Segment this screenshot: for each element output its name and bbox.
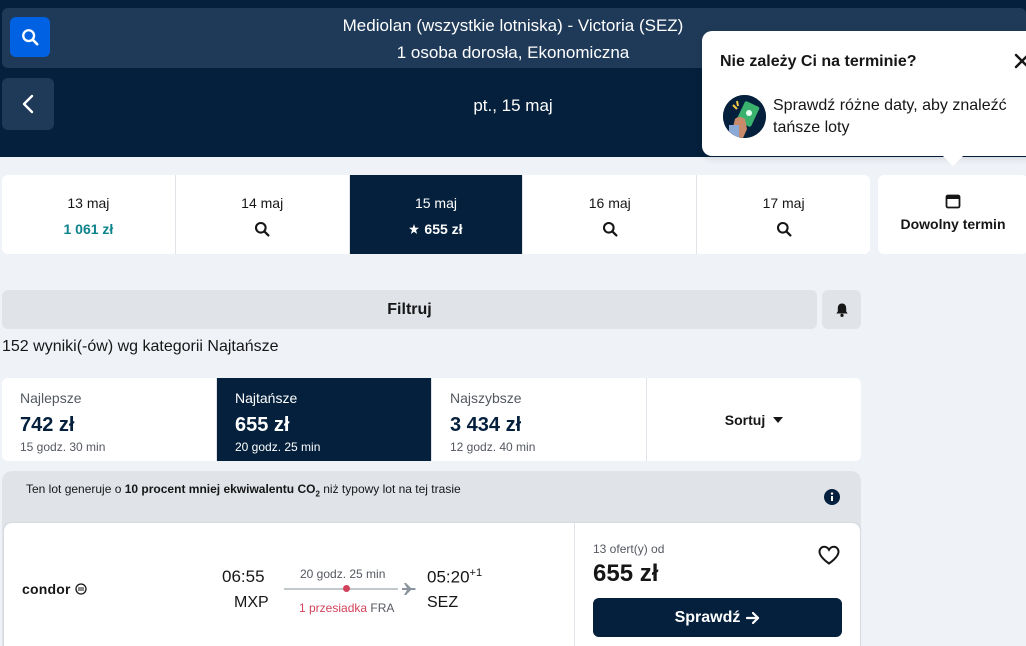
eco-text-prefix: Ten lot generuje o [26,482,125,496]
sort-tab-title: Najszybsze [450,390,522,406]
eco-text-suffix: niż typowy lot na tej trasie [319,482,461,496]
sort-tab-duration: 12 godz. 40 min [450,440,536,454]
bell-icon [835,303,848,317]
any-date-label: Dowolny termin [900,216,1006,232]
info-icon[interactable] [824,489,840,505]
tooltip-text: Sprawdź różne daty, aby znaleźć tańsze l… [773,97,1007,136]
money-hand-illustration-icon [723,95,766,138]
sort-tab-duration: 15 godz. 30 min [20,440,106,454]
sort-tab-fastest[interactable]: Najszybsze 3 434 zł 12 godz. 40 min [432,378,647,461]
sort-tab-cheapest[interactable]: Najtańsze 655 zł 20 godz. 25 min [217,378,432,461]
airline-logo: condor [22,581,87,597]
date-label: 17 maj [762,195,805,211]
date-option-15-selected[interactable]: 15 maj 655 zł [349,175,524,254]
departure-airport: MXP [234,594,269,611]
date-label: 13 maj [67,195,110,211]
results-count: 152 wyniki(-ów) wg kategorii Najtańsze [2,338,279,355]
date-label: 14 maj [241,195,284,211]
departure-time: 06:55 [222,567,265,586]
heart-icon[interactable] [817,543,841,567]
any-date-button[interactable]: Dowolny termin [878,175,1026,254]
search-icon [255,221,270,237]
plane-icon [402,583,416,595]
stops-count: 1 przesiadka [299,601,368,615]
date-strip: 13 maj 1 061 zł 14 maj 15 maj 655 zł 16 … [2,175,870,254]
filter-button[interactable]: Filtruj [2,290,817,329]
price-pane: 13 ofert(y) od 655 zł Sprawdź [574,523,860,646]
caret-down-icon [773,416,784,423]
search-icon [776,221,792,237]
arrival-time: 05:20+1 [427,567,482,588]
stop-dot [343,585,350,592]
arrival-time-value: 05:20 [427,567,470,587]
eco-text: Ten lot generuje o 10 procent mniej ekwi… [26,480,466,503]
check-button-label: Sprawdź [674,608,741,626]
sort-tabs: Najlepsze 742 zł 15 godz. 30 min Najtańs… [2,378,861,461]
date-price: 1 061 zł [63,221,114,237]
flight-result-card[interactable]: condor 06:55 MXP 20 godz. 25 min 1 przes… [4,523,860,646]
flight-price: 655 zł [593,560,659,587]
airline-name: condor [22,581,71,597]
date-option-16[interactable]: 16 maj [523,175,698,254]
sort-tab-price: 3 434 zł [450,414,522,436]
sort-tab-duration: 20 godz. 25 min [235,440,321,454]
offers-count: 13 ofert(y) od [593,542,665,556]
close-icon[interactable] [1012,51,1026,71]
stops-info: 1 przesiadka FRA [299,601,394,615]
check-flight-button[interactable]: Sprawdź [593,598,842,637]
arrival-day-offset: +1 [469,567,483,579]
arrow-right-icon [746,611,760,624]
date-price: 655 zł [424,221,463,237]
sort-tab-price: 742 zł [20,414,75,436]
date-label: 15 maj [414,195,457,211]
airline-emblem-icon [75,583,87,595]
sort-tab-price: 655 zł [235,414,290,436]
search-icon [602,221,618,237]
calendar-icon [945,194,961,209]
tooltip-title: Nie zależy Ci na terminie? [720,53,917,70]
sort-dropdown[interactable]: Sortuj [647,378,861,461]
stop-airport: FRA [370,601,395,615]
sort-tab-title: Najlepsze [20,390,82,406]
star-icon [409,224,420,234]
flight-duration: 20 godz. 25 min [300,567,386,581]
sort-tab-title: Najtańsze [235,390,298,406]
eco-text-bold: 10 procent mniej ekwiwalentu CO [124,482,316,496]
sort-label: Sortuj [724,411,766,428]
price-alert-button[interactable] [822,290,861,329]
route-line [284,588,398,590]
date-option-14[interactable]: 14 maj [176,175,350,254]
date-label: 16 maj [588,195,631,211]
date-option-13[interactable]: 13 maj 1 061 zł [2,175,176,254]
flexible-dates-tooltip: Nie zależy Ci na terminie? Sprawdź różne… [702,31,1026,166]
arrival-airport: SEZ [427,594,459,611]
date-option-17[interactable]: 17 maj [697,175,870,254]
sort-tab-best[interactable]: Najlepsze 742 zł 15 godz. 30 min [2,378,217,461]
